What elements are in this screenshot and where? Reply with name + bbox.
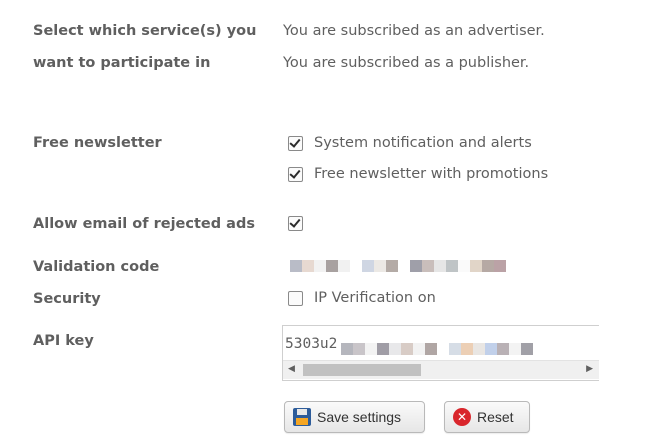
ip-verification-checkbox[interactable]	[288, 290, 303, 306]
promotions-newsletter-checkbox[interactable]	[288, 166, 303, 182]
save-settings-label: Save settings	[317, 409, 402, 425]
reset-label: Reset	[477, 409, 514, 425]
services-label-line2: want to participate in	[33, 55, 211, 71]
rejected-ads-checkbox[interactable]	[288, 216, 303, 231]
ip-verification-label: IP Verification on	[314, 290, 436, 306]
services-label-line1: Select which service(s) you	[33, 23, 257, 39]
api-key-label: API key	[33, 333, 94, 349]
advertiser-status: You are subscribed as an advertiser.	[283, 23, 545, 39]
validation-code-redacted	[290, 260, 506, 272]
floppy-disk-icon	[293, 408, 311, 426]
save-settings-button[interactable]: Save settings	[284, 401, 425, 433]
api-key-prefix: 5303u2	[285, 336, 338, 352]
system-notifications-label: System notification and alerts	[314, 135, 532, 151]
rejected-ads-label: Allow email of rejected ads	[33, 216, 255, 232]
scrollbar-thumb[interactable]	[303, 364, 421, 376]
api-key-field[interactable]: 5303u2 ◀ ▶	[282, 325, 599, 381]
api-key-redacted	[341, 343, 533, 355]
ip-verification-option[interactable]: IP Verification on	[288, 290, 436, 306]
scroll-right-arrow-icon[interactable]: ▶	[586, 364, 593, 374]
system-notifications-checkbox[interactable]	[288, 135, 303, 151]
close-circle-icon: ✕	[453, 408, 471, 426]
system-notifications-option[interactable]: System notification and alerts	[288, 135, 532, 151]
api-key-horizontal-scrollbar[interactable]: ◀ ▶	[283, 360, 599, 379]
scroll-left-arrow-icon[interactable]: ◀	[288, 364, 295, 374]
validation-code-label: Validation code	[33, 259, 160, 275]
security-label: Security	[33, 291, 101, 307]
reset-button[interactable]: ✕ Reset	[444, 401, 530, 433]
publisher-status: You are subscribed as a publisher.	[283, 55, 530, 71]
promotions-newsletter-label: Free newsletter with promotions	[314, 166, 549, 182]
promotions-newsletter-option[interactable]: Free newsletter with promotions	[288, 166, 548, 182]
newsletter-label: Free newsletter	[33, 135, 162, 151]
